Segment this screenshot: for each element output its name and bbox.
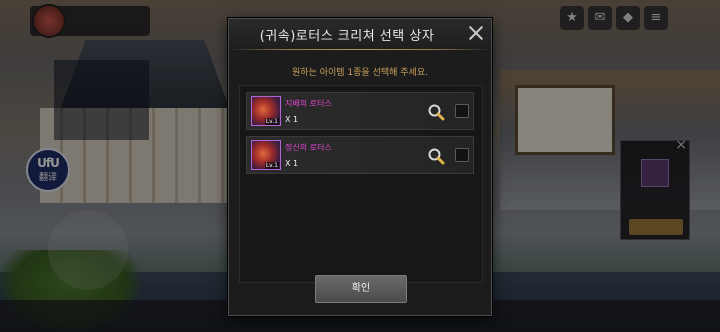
lotus-creature-icon: Lv.1 [251,140,281,170]
item-level: Lv.1 [264,162,279,169]
dialog-instruction: 원하는 아이템 1종을 선택해 주세요. [292,68,428,78]
item-quantity: X 1 [285,115,299,124]
list-item[interactable]: Lv.1 지배의 로터스 X 1 [246,92,474,130]
creature-select-box-dialog: (귀속)로터스 크리쳐 선택 상자 원하는 아이템 1종을 선택해 주세요. L… [228,18,492,316]
item-name: 지배의 로터스 [285,99,332,108]
lotus-creature-icon: Lv.1 [251,96,281,126]
close-icon[interactable] [467,24,485,42]
item-level: Lv.1 [264,118,279,125]
item-name: 정신의 로터스 [285,143,332,152]
item-checkbox[interactable] [455,104,469,118]
header-divider [229,49,491,50]
item-quantity: X 1 [285,159,299,168]
dialog-header: (귀속)로터스 크리쳐 선택 상자 [229,19,491,49]
list-item[interactable]: Lv.1 정신의 로터스 X 1 [246,136,474,174]
magnify-icon[interactable] [427,103,445,121]
confirm-button[interactable]: 확인 [315,275,407,303]
magnify-icon[interactable] [427,147,445,165]
item-checkbox[interactable] [455,148,469,162]
item-list: Lv.1 지배의 로터스 X 1 Lv.1 정신의 로터스 X 1 [239,85,483,283]
dialog-title: (귀속)로터스 크리쳐 선택 상자 [259,29,435,44]
